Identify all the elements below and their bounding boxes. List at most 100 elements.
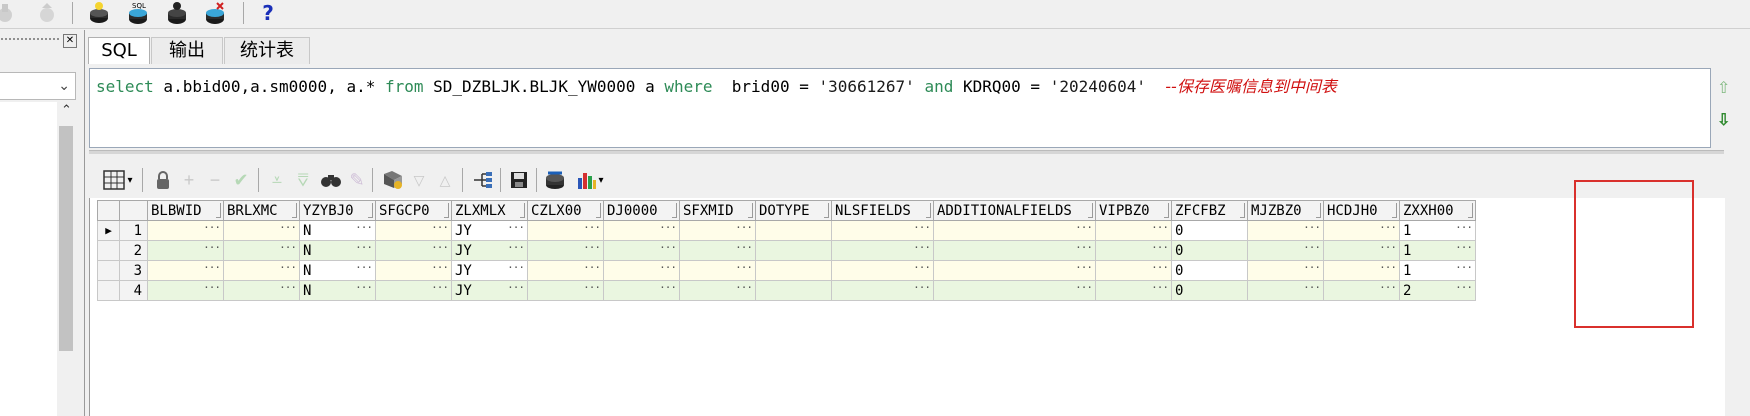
grid-cell[interactable]: ··· — [223, 260, 300, 281]
grid-cell[interactable] — [755, 240, 832, 261]
table-row[interactable]: 3 ··· ··· N ··· ··· JY ··· ··· ··· ··· ··· ··· ··· 0 ··… — [97, 260, 1476, 281]
database-sql-icon[interactable]: SQL — [124, 0, 154, 26]
cell-ellipsis-button[interactable]: ··· — [659, 282, 677, 295]
grid-cell[interactable]: ··· — [527, 280, 604, 301]
grid-cell[interactable]: 0 — [1171, 220, 1248, 241]
column-header[interactable]: SFXMID — [679, 200, 756, 221]
cell-ellipsis-button[interactable]: ··· — [1455, 242, 1473, 255]
cell-ellipsis-button[interactable]: ··· — [1151, 262, 1169, 275]
cell-ellipsis-button[interactable]: ··· — [431, 282, 449, 295]
cell-ellipsis-button[interactable]: ··· — [1379, 242, 1397, 255]
record-tree-icon[interactable] — [470, 164, 496, 196]
object-dropdown[interactable]: ⌄ — [0, 72, 76, 100]
grid-cell[interactable]: N ··· — [299, 220, 376, 241]
database-lightbulb-icon[interactable] — [84, 0, 114, 26]
grid-cell[interactable]: 0 — [1171, 240, 1248, 261]
grid-cell[interactable]: ··· — [679, 220, 756, 241]
cell-ellipsis-button[interactable]: ··· — [583, 262, 601, 275]
grid-cell[interactable]: ··· — [1323, 220, 1400, 241]
grid-cell[interactable]: ··· — [527, 260, 604, 281]
cell-ellipsis-button[interactable]: ··· — [279, 242, 297, 255]
grid-cell[interactable]: N ··· — [299, 260, 376, 281]
cell-ellipsis-button[interactable]: ··· — [1455, 222, 1473, 235]
cell-ellipsis-button[interactable]: ··· — [913, 262, 931, 275]
cell-ellipsis-button[interactable]: ··· — [1151, 282, 1169, 295]
fetch-all-icon[interactable]: ⩢ — [290, 164, 316, 196]
grid-cell[interactable]: ··· — [375, 240, 452, 261]
table-row[interactable]: 2 ··· ··· N ··· ··· JY ··· ··· ··· ··· ··· ··· ··· 0 ··… — [97, 240, 1476, 261]
cell-ellipsis-button[interactable]: ··· — [1455, 282, 1473, 295]
tab-output[interactable]: 输出 — [151, 37, 223, 64]
post-check-icon[interactable]: ✔ — [228, 164, 254, 196]
cell-ellipsis-button[interactable]: ··· — [1379, 282, 1397, 295]
tab-sql[interactable]: SQL — [88, 37, 150, 64]
cell-ellipsis-button[interactable]: ··· — [735, 282, 753, 295]
cell-ellipsis-button[interactable]: ··· — [659, 222, 677, 235]
cell-ellipsis-button[interactable]: ··· — [1379, 222, 1397, 235]
grid-cell[interactable] — [755, 260, 832, 281]
grid-cell[interactable]: ··· — [223, 280, 300, 301]
chart-icon[interactable]: ▾ — [570, 164, 610, 196]
grid-cell[interactable]: ··· — [1247, 220, 1324, 241]
row-indicator[interactable] — [97, 260, 120, 281]
cell-ellipsis-button[interactable]: ··· — [1303, 282, 1321, 295]
cell-ellipsis-button[interactable]: ··· — [355, 282, 373, 295]
row-number[interactable]: 3 — [119, 260, 148, 281]
cell-ellipsis-button[interactable]: ··· — [431, 222, 449, 235]
cell-ellipsis-button[interactable]: ··· — [1303, 242, 1321, 255]
grid-cell[interactable]: ··· — [147, 220, 224, 241]
grid-cell[interactable] — [755, 220, 832, 241]
database-disconnect-icon[interactable] — [200, 0, 230, 26]
find-binoculars-icon[interactable] — [318, 164, 344, 196]
grid-cell[interactable]: ··· — [223, 220, 300, 241]
cell-ellipsis-button[interactable]: ··· — [913, 222, 931, 235]
cell-ellipsis-button[interactable]: ··· — [583, 282, 601, 295]
lock-icon[interactable] — [150, 164, 176, 196]
cell-ellipsis-button[interactable]: ··· — [355, 262, 373, 275]
grid-cell[interactable]: ··· — [679, 280, 756, 301]
cell-ellipsis-button[interactable]: ··· — [507, 242, 525, 255]
cell-ellipsis-button[interactable]: ··· — [507, 222, 525, 235]
editor-down-arrow-icon[interactable]: ⇩ — [1717, 110, 1730, 130]
cell-ellipsis-button[interactable]: ··· — [735, 242, 753, 255]
grid-cell[interactable]: ··· — [147, 280, 224, 301]
row-indicator[interactable]: ▶ — [97, 220, 120, 241]
grid-cell[interactable]: ··· — [1247, 280, 1324, 301]
scroll-thumb[interactable] — [59, 126, 73, 351]
scroll-up-icon[interactable]: ⌃ — [61, 102, 72, 118]
grid-cell[interactable]: ··· — [603, 220, 680, 241]
cell-ellipsis-button[interactable]: ··· — [1151, 222, 1169, 235]
row-indicator[interactable] — [97, 240, 120, 261]
grid-cell[interactable]: ··· — [831, 220, 934, 241]
grid-cell[interactable]: ··· — [527, 240, 604, 261]
delete-row-icon[interactable]: − — [202, 164, 228, 196]
grid-cell[interactable]: ··· — [1095, 280, 1172, 301]
grid-cell[interactable]: N ··· — [299, 280, 376, 301]
cell-ellipsis-button[interactable]: ··· — [583, 222, 601, 235]
column-header[interactable]: DOTYPE — [755, 200, 832, 221]
grid-cell[interactable]: ··· — [831, 240, 934, 261]
sql-editor[interactable]: select a.bbid00,a.sm0000, a.* from SD_DZ… — [89, 68, 1711, 148]
cell-ellipsis-button[interactable]: ··· — [279, 282, 297, 295]
row-number[interactable]: 4 — [119, 280, 148, 301]
grid-cell[interactable]: ··· — [933, 240, 1096, 261]
grid-cell[interactable]: ··· — [603, 280, 680, 301]
grid-cell[interactable] — [755, 280, 832, 301]
column-header[interactable]: ZXXH00 — [1399, 200, 1476, 221]
cell-ellipsis-button[interactable]: ··· — [355, 222, 373, 235]
panel-close-icon[interactable]: ✕ — [63, 34, 77, 48]
fetch-next-icon[interactable]: ⩡ — [264, 164, 290, 196]
grid-cell[interactable]: ··· — [831, 280, 934, 301]
grid-cell[interactable]: ··· — [375, 220, 452, 241]
cell-ellipsis-button[interactable]: ··· — [1303, 222, 1321, 235]
grid-cell[interactable]: 1 ··· — [1399, 240, 1476, 261]
cell-ellipsis-button[interactable]: ··· — [735, 262, 753, 275]
cell-ellipsis-button[interactable]: ··· — [913, 242, 931, 255]
grid-cell[interactable]: ··· — [223, 240, 300, 261]
cell-ellipsis-button[interactable]: ··· — [1455, 262, 1473, 275]
column-header[interactable]: BLBWID — [147, 200, 224, 221]
column-header[interactable]: CZLX00 — [527, 200, 604, 221]
cell-ellipsis-button[interactable]: ··· — [203, 262, 221, 275]
grid-cell[interactable]: ··· — [1323, 260, 1400, 281]
column-header[interactable]: ZFCFBZ — [1171, 200, 1248, 221]
